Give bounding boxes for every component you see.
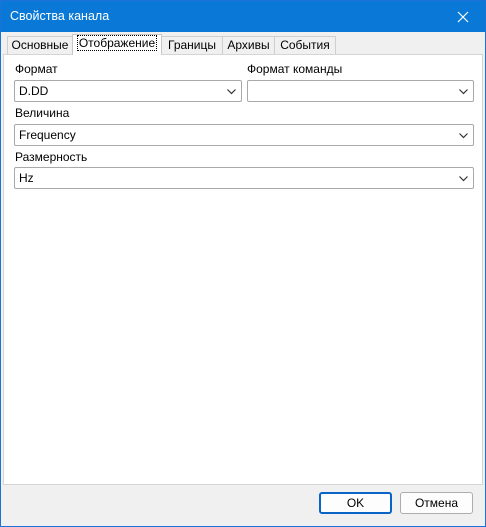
unit-select[interactable]: Hz [14, 167, 474, 189]
format-label: Формат [15, 62, 58, 76]
quantity-select-value: Frequency [19, 128, 76, 142]
unit-label: Размерность [15, 150, 88, 164]
chevron-down-icon [459, 176, 468, 182]
quantity-select[interactable]: Frequency [14, 124, 474, 146]
close-button[interactable] [441, 1, 485, 32]
tab-archives-label: Архивы [227, 38, 270, 52]
chevron-down-icon [459, 89, 468, 95]
chevron-down-icon [227, 89, 236, 95]
tab-display-label: Отображение [76, 35, 158, 51]
command-format-select[interactable] [247, 80, 474, 102]
title-bar: Свойства канала [1, 1, 485, 32]
window-title: Свойства канала [10, 9, 110, 23]
command-format-label: Формат команды [247, 62, 343, 76]
tab-archives[interactable]: Архивы [222, 36, 275, 54]
cancel-button[interactable]: Отмена [400, 492, 473, 514]
tab-strip: Основные Отображение Границы Архивы Собы… [3, 34, 483, 55]
tab-limits[interactable]: Границы [161, 36, 223, 54]
chevron-down-icon [459, 133, 468, 139]
channel-properties-dialog: Свойства канала Основные Отображение Гра… [0, 0, 486, 527]
quantity-label: Величина [15, 106, 70, 120]
tab-display[interactable]: Отображение [72, 34, 162, 55]
tab-events-label: События [280, 38, 330, 52]
ok-button[interactable]: OK [319, 492, 392, 514]
tab-general-label: Основные [11, 38, 69, 52]
tab-general[interactable]: Основные [7, 36, 73, 54]
tab-limits-label: Границы [168, 38, 216, 52]
display-tab-panel: Формат Формат команды D.DD Величина Freq… [3, 54, 483, 485]
close-icon [457, 11, 469, 22]
unit-select-value: Hz [19, 171, 34, 185]
format-select[interactable]: D.DD [14, 80, 242, 102]
tab-events[interactable]: События [274, 36, 336, 54]
format-select-value: D.DD [19, 84, 49, 98]
